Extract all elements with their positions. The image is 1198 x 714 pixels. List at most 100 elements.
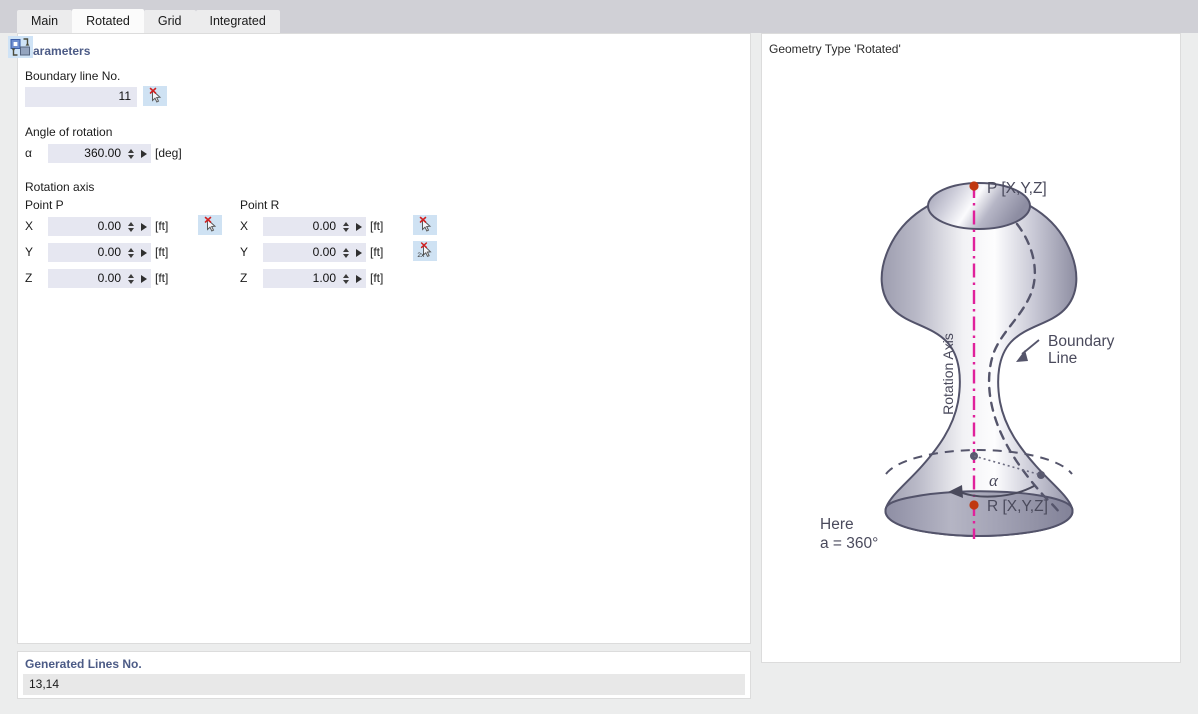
- point-p-z-stepper[interactable]: [125, 269, 137, 288]
- stepper-down-icon: [343, 227, 349, 232]
- point-r-z-unit-label: [ft]: [370, 271, 384, 285]
- angle-unit-label: [deg]: [155, 146, 182, 160]
- parameters-panel: Parameters Boundary line No. 11 Angle of…: [17, 33, 751, 644]
- stepper-down-icon: [343, 253, 349, 258]
- stepper-down-icon: [128, 253, 134, 258]
- point-p-y-input[interactable]: 0.00: [48, 243, 125, 262]
- point-p-z-dropdown-button[interactable]: [137, 269, 151, 288]
- play-triangle-icon: [141, 274, 147, 283]
- point-p-y-dropdown-button[interactable]: [137, 243, 151, 262]
- stepper-up-icon: [128, 221, 134, 226]
- point-p-z-label: Z: [25, 271, 33, 285]
- point-r-marker: [969, 500, 979, 510]
- point-r-y-unit-label: [ft]: [370, 245, 384, 259]
- play-triangle-icon: [141, 149, 147, 158]
- boundary-line-caption-1: Boundary: [1048, 333, 1115, 350]
- play-triangle-icon: [356, 248, 362, 257]
- select-pick-icon: [149, 87, 162, 103]
- point-r-z-dropdown-button[interactable]: [352, 269, 366, 288]
- generated-lines-input[interactable]: 13,14: [23, 674, 745, 695]
- point-p-label: Point P: [25, 198, 64, 212]
- point-p-x-stepper[interactable]: [125, 217, 137, 236]
- select-pick-icon: [419, 216, 432, 232]
- rotation-axis-label: Rotation axis: [25, 180, 95, 194]
- point-r-y-label: Y: [240, 245, 249, 259]
- point-r-x-spinbox: 0.00: [263, 217, 366, 236]
- angle-symbol-label: α: [25, 146, 32, 160]
- point-p-x-input[interactable]: 0.00: [48, 217, 125, 236]
- play-triangle-icon: [141, 222, 147, 231]
- point-p-x-spinbox: 0.00: [48, 217, 151, 236]
- tab-main[interactable]: Main: [17, 10, 73, 33]
- point-p-x-label: X: [25, 219, 34, 233]
- tab-integrated[interactable]: Integrated: [195, 10, 280, 33]
- point-r-z-spinbox: 1.00: [263, 269, 366, 288]
- select-pick-icon: [204, 216, 217, 232]
- point-r-caption: R [X,Y,Z]: [987, 498, 1048, 515]
- point-p-y-unit-label: [ft]: [155, 245, 169, 259]
- point-p-marker: [969, 181, 979, 191]
- point-p-y-spinbox: 0.00: [48, 243, 151, 262]
- point-r-y-stepper[interactable]: [340, 243, 352, 262]
- angle-stepper[interactable]: [125, 144, 137, 163]
- boundary-line-label: Boundary line No.: [25, 69, 121, 83]
- angle-dropdown-button[interactable]: [137, 144, 151, 163]
- play-triangle-icon: [356, 274, 362, 283]
- note-line-1: Here: [820, 516, 854, 533]
- parameters-section-title: Parameters: [25, 44, 91, 58]
- point-r-x-dropdown-button[interactable]: [352, 217, 366, 236]
- point-p-pick-button[interactable]: [198, 215, 222, 235]
- point-r-z-input[interactable]: 1.00: [263, 269, 340, 288]
- stepper-up-icon: [128, 148, 134, 153]
- point-r-z-stepper[interactable]: [340, 269, 352, 288]
- angle-input[interactable]: 360.00: [48, 144, 125, 163]
- angle-of-rotation-label: Angle of rotation: [25, 125, 113, 139]
- point-p-x-unit-label: [ft]: [155, 219, 169, 233]
- point-p-z-input[interactable]: 0.00: [48, 269, 125, 288]
- rotation-axis-caption: Rotation Axis: [940, 333, 956, 415]
- workspace: Parameters Boundary line No. 11 Angle of…: [0, 33, 1198, 714]
- point-r-y-spinbox: 0.00: [263, 243, 366, 262]
- point-p-y-label: Y: [25, 245, 34, 259]
- point-p-z-unit-label: [ft]: [155, 271, 169, 285]
- boundary-callout-arrow: [1016, 350, 1028, 362]
- stepper-down-icon: [128, 279, 134, 284]
- point-p-y-stepper[interactable]: [125, 243, 137, 262]
- point-r-label: Point R: [240, 198, 280, 212]
- point-r-x-label: X: [240, 219, 249, 233]
- boundary-line-pick-button[interactable]: [143, 86, 167, 106]
- stepper-up-icon: [343, 273, 349, 278]
- rotated-geometry-illustration: Rotation Axis P [X,Y,Z] R [X,Y,Z] Bounda…: [820, 180, 1115, 552]
- boundary-line-input[interactable]: 11: [25, 87, 137, 107]
- boundary-line-caption-2: Line: [1048, 350, 1077, 367]
- tab-rotated[interactable]: Rotated: [72, 9, 144, 33]
- alpha-caption: α: [989, 471, 999, 490]
- generated-lines-label: Generated Lines No.: [25, 657, 142, 671]
- point-r-y-input[interactable]: 0.00: [263, 243, 340, 262]
- angle-spinbox: 360.00: [48, 144, 151, 163]
- point-r-pick-button[interactable]: [413, 215, 437, 235]
- stepper-down-icon: [128, 227, 134, 232]
- svg-text:2x: 2x: [417, 252, 425, 259]
- point-r-x-input[interactable]: 0.00: [263, 217, 340, 236]
- select-two-points-pick-icon: 2x: [417, 242, 432, 259]
- point-r-pick-two-points-button[interactable]: 2x: [413, 241, 437, 261]
- point-r-x-unit-label: [ft]: [370, 219, 384, 233]
- stepper-up-icon: [128, 273, 134, 278]
- transfer-objects-icon: [10, 38, 30, 56]
- stepper-up-icon: [343, 221, 349, 226]
- point-r-x-stepper[interactable]: [340, 217, 352, 236]
- tab-grid[interactable]: Grid: [143, 10, 196, 33]
- stepper-down-icon: [343, 279, 349, 284]
- tab-list: Main Rotated Grid Integrated: [17, 9, 280, 33]
- stepper-up-icon: [128, 247, 134, 252]
- note-line-2: a = 360°: [820, 535, 878, 552]
- point-r-y-dropdown-button[interactable]: [352, 243, 366, 262]
- stepper-up-icon: [343, 247, 349, 252]
- transfer-objects-button[interactable]: [8, 36, 33, 58]
- stepper-down-icon: [128, 154, 134, 159]
- point-p-x-dropdown-button[interactable]: [137, 217, 151, 236]
- play-triangle-icon: [141, 248, 147, 257]
- generated-lines-panel: Generated Lines No. 13,14: [17, 651, 751, 699]
- point-p-caption: P [X,Y,Z]: [987, 180, 1047, 197]
